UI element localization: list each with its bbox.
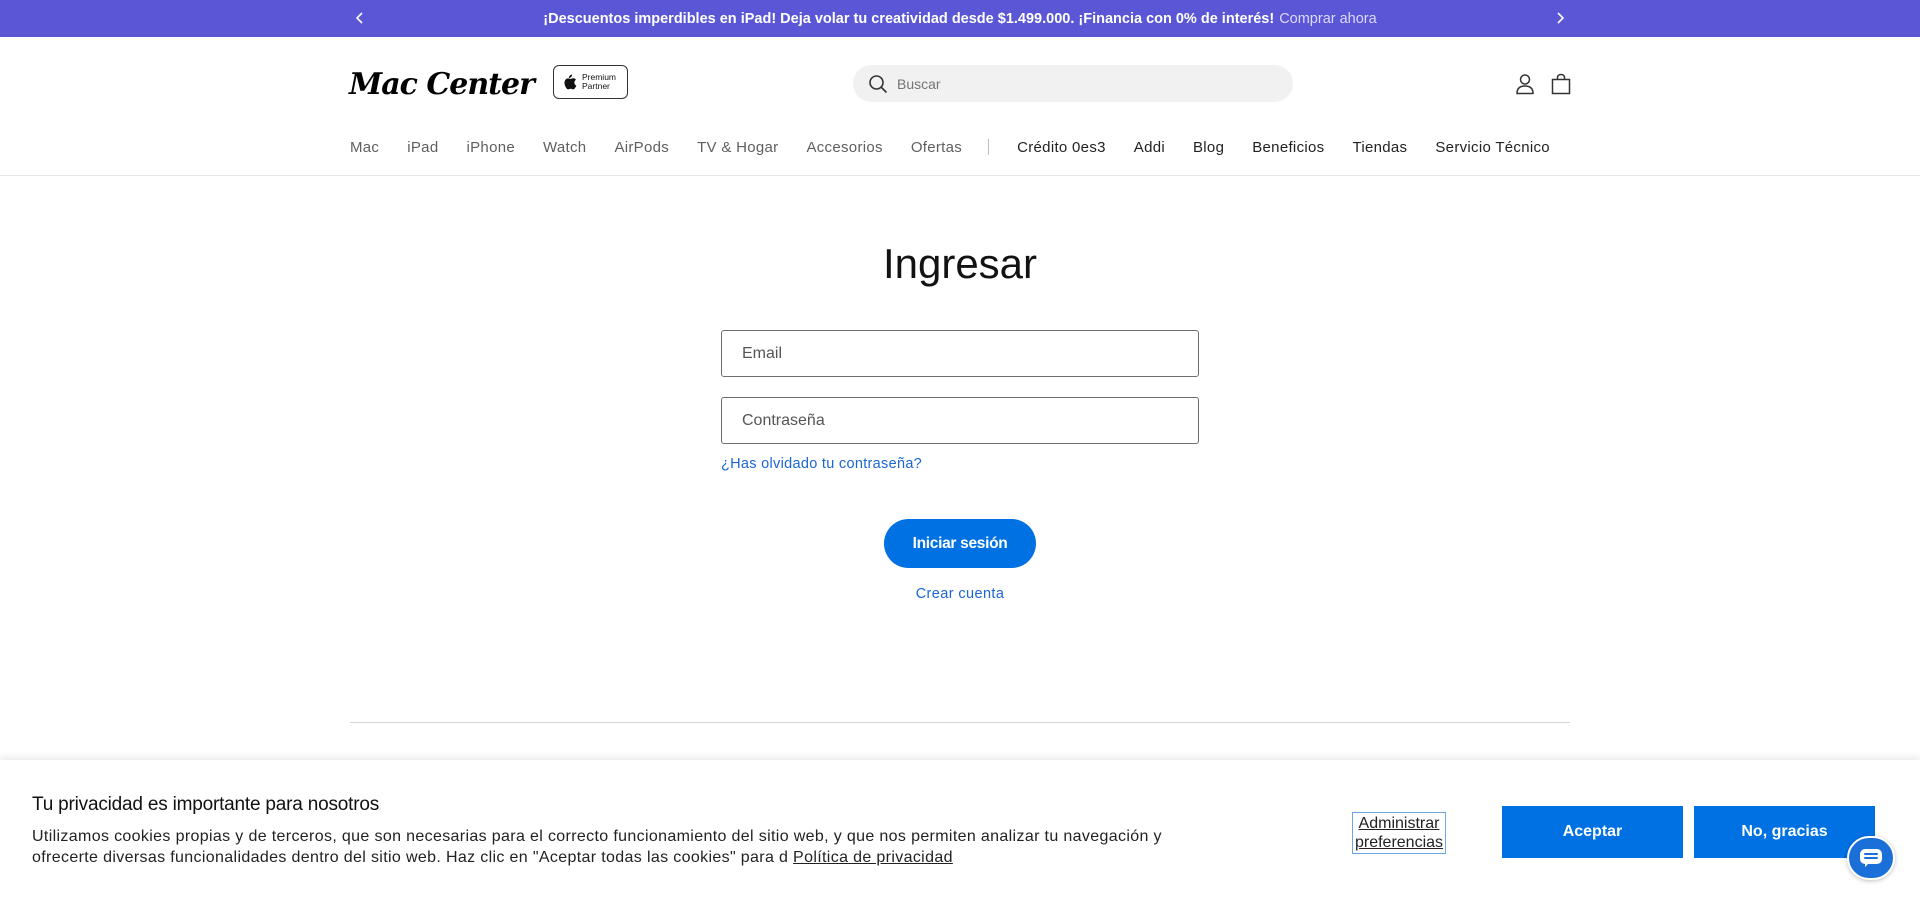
nav-item-ofertas[interactable]: Ofertas [911,139,962,156]
nav-item-airpods[interactable]: AirPods [614,139,669,156]
chevron-right-icon[interactable] [1550,8,1570,28]
nav-item-credito[interactable]: Crédito 0es3 [1017,139,1106,156]
accept-cookies-button[interactable]: Aceptar [1502,806,1683,858]
nav-item-mac[interactable]: Mac [350,139,379,156]
page-title: Ingresar [882,240,1038,287]
apple-logo-icon [564,74,577,90]
nav-item-tv-hogar[interactable]: TV & Hogar [697,139,778,156]
site-logo[interactable]: Mac Center [349,67,535,102]
manage-preferences-button[interactable]: Administrar preferencias [1352,812,1446,854]
cookie-body: Utilizamos cookies propias y de terceros… [32,828,1162,866]
login-button[interactable]: Iniciar sesión [884,519,1036,568]
announcement-text: ¡Descuentos imperdibles en iPad! Deja vo… [543,10,1275,27]
nav-item-accesorios[interactable]: Accesorios [806,139,882,156]
chat-icon[interactable] [1847,836,1895,880]
create-account-wrapper: Crear cuenta [0,586,1920,602]
premium-partner-badge: Premium Partner [553,65,628,99]
forgot-password-link[interactable]: ¿Has olvidado tu contraseña? [721,456,922,472]
main-nav: Mac iPad iPhone Watch AirPods TV & Hogar… [350,137,1550,157]
search-icon [869,74,888,93]
nav-item-blog[interactable]: Blog [1193,139,1224,156]
nav-item-tiendas[interactable]: Tiendas [1352,139,1407,156]
cookie-banner: Tu privacidad es importante para nosotro… [0,760,1920,901]
privacy-policy-link[interactable]: Política de privacidad [793,849,953,866]
create-account-link[interactable]: Crear cuenta [916,586,1005,602]
search-bar[interactable] [853,65,1293,102]
partner-badge-text: Premium Partner [582,72,617,91]
footer-divider [350,722,1570,723]
nav-item-servicio-tecnico[interactable]: Servicio Técnico [1435,139,1550,156]
email-field[interactable] [721,330,1199,377]
chevron-left-icon[interactable] [350,8,370,28]
nav-divider [988,139,990,155]
site-header: Mac Center Premium Partner Mac iPad i [0,37,1920,176]
nav-item-watch[interactable]: Watch [543,139,586,156]
account-icon[interactable] [1512,71,1538,97]
shopping-bag-icon[interactable] [1548,71,1574,97]
nav-item-ipad[interactable]: iPad [407,139,438,156]
nav-item-beneficios[interactable]: Beneficios [1252,139,1324,156]
nav-item-iphone[interactable]: iPhone [466,139,515,156]
nav-item-addi[interactable]: Addi [1134,139,1165,156]
cookie-title: Tu privacidad es importante para nosotro… [32,794,380,815]
password-field[interactable] [721,397,1199,444]
announcement-bar: ¡Descuentos imperdibles en iPad! Deja vo… [0,0,1920,37]
cookie-text: Utilizamos cookies propias y de terceros… [32,826,1212,868]
search-input[interactable] [895,74,1259,93]
announcement-link[interactable]: Comprar ahora [1279,11,1377,27]
